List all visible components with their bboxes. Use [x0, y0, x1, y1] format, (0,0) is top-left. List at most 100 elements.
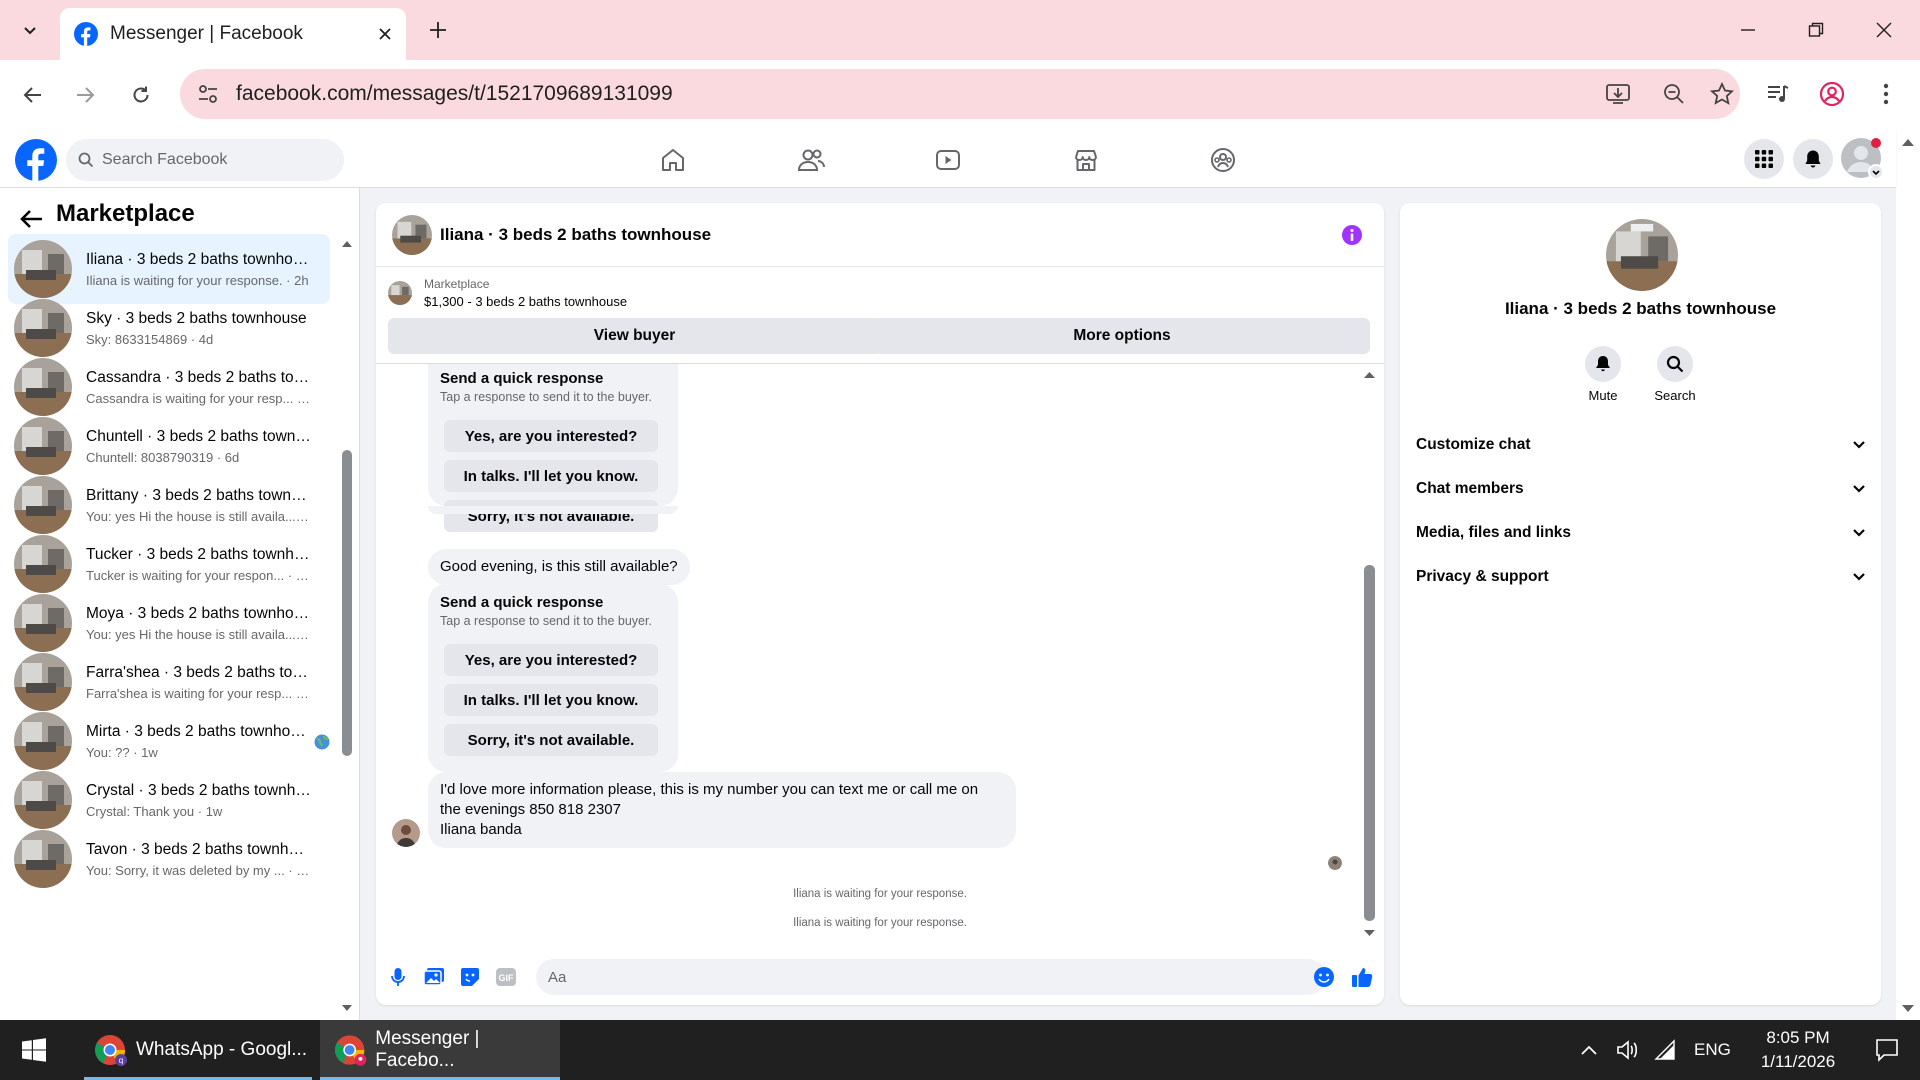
quick-response-heading: Send a quick response: [440, 594, 604, 611]
forward-button[interactable]: [66, 76, 104, 114]
minimize-button[interactable]: [1714, 10, 1782, 50]
search-conversation-button[interactable]: Search: [1640, 346, 1710, 403]
facebook-search[interactable]: Search Facebook: [66, 139, 344, 181]
scroll-up-icon[interactable]: [1363, 371, 1376, 379]
mute-button[interactable]: Mute: [1568, 346, 1638, 403]
details-avatar[interactable]: [1606, 219, 1678, 291]
site-info-icon[interactable]: [197, 83, 219, 105]
chat-info-icon[interactable]: [1342, 225, 1362, 245]
browser-menu-icon[interactable]: [1868, 76, 1904, 112]
groups-nav-icon[interactable]: [1203, 140, 1243, 180]
sidebar-scrollbar[interactable]: [342, 450, 352, 756]
quick-response-yes[interactable]: Yes, are you interested?: [444, 644, 658, 676]
chat-title[interactable]: Iliana · 3 beds 2 baths townhouse: [440, 225, 711, 245]
close-tab-icon[interactable]: [378, 27, 392, 41]
svg-text:q: q: [119, 1056, 123, 1065]
restore-button[interactable]: [1782, 10, 1850, 50]
windows-taskbar: q WhatsApp - Googl... Messenger | Facebo…: [0, 1020, 1920, 1080]
language-indicator[interactable]: ENG: [1694, 1040, 1731, 1060]
new-tab-button[interactable]: [422, 14, 454, 46]
quick-response-in-talks[interactable]: In talks. I'll let you know.: [444, 460, 658, 492]
chrome-icon: q: [95, 1035, 127, 1066]
microphone-icon[interactable]: [384, 963, 412, 991]
message-line: Iliana banda: [440, 821, 522, 838]
sticker-icon[interactable]: [456, 963, 484, 991]
watch-nav-icon[interactable]: [928, 140, 968, 180]
address-bar[interactable]: facebook.com/messages/t/1521709689131099: [180, 69, 1740, 119]
chat-scrollbar[interactable]: [1364, 565, 1375, 921]
reload-button[interactable]: [122, 76, 160, 114]
quick-response-heading: Send a quick response: [440, 370, 604, 387]
friends-nav-icon[interactable]: [791, 140, 831, 180]
emoji-icon[interactable]: [1310, 963, 1338, 991]
wifi-icon[interactable]: [1654, 1039, 1678, 1061]
close-window-button[interactable]: [1850, 10, 1918, 50]
profile-icon[interactable]: [1814, 76, 1850, 112]
home-nav-icon[interactable]: [653, 140, 693, 180]
conversation-sidebar: Marketplace Iliana · 3 beds 2 baths town…: [0, 188, 360, 1020]
clock[interactable]: 8:05 PM 1/11/2026: [1761, 1026, 1835, 1074]
thumbs-up-icon[interactable]: [1348, 963, 1376, 991]
message-input[interactable]: [536, 959, 1326, 995]
menu-grid-icon[interactable]: [1744, 139, 1784, 179]
marketplace-nav-icon[interactable]: [1066, 140, 1106, 180]
accordion-label: Media, files and links: [1416, 524, 1572, 541]
photo-icon[interactable]: [420, 963, 448, 991]
seen-indicator-avatar: [1328, 856, 1342, 870]
scroll-up-icon[interactable]: [341, 240, 353, 248]
browser-tab-messenger[interactable]: Messenger | Facebook: [60, 8, 406, 60]
volume-icon[interactable]: [1616, 1039, 1640, 1061]
marketplace-listing[interactable]: Marketplace $1,300 - 3 beds 2 baths town…: [388, 277, 1368, 317]
quick-response-yes[interactable]: Yes, are you interested?: [444, 420, 658, 452]
conversation-preview: You: yes Hi the house is still availa...…: [86, 626, 311, 642]
install-app-icon[interactable]: [1600, 76, 1636, 112]
chat-avatar[interactable]: [392, 215, 432, 255]
svg-text:GIF: GIF: [499, 973, 515, 983]
bookmark-star-icon[interactable]: [1704, 76, 1740, 112]
facebook-favicon-icon: [74, 22, 98, 46]
taskbar-app-whatsapp[interactable]: q WhatsApp - Googl...: [84, 1020, 312, 1080]
accordion-label: Privacy & support: [1416, 568, 1549, 585]
windows-start-icon[interactable]: [22, 1038, 46, 1062]
mute-label: Mute: [1588, 388, 1618, 403]
search-icon: [78, 152, 94, 168]
accordion-privacy-support[interactable]: Privacy & support: [1416, 557, 1866, 597]
page-scroll-up-icon[interactable]: [1901, 138, 1915, 147]
conversation-avatar: [14, 240, 72, 298]
view-buyer-button[interactable]: View buyer: [388, 318, 881, 354]
media-controls-icon[interactable]: [1760, 76, 1796, 112]
browser-tab-strip: Messenger | Facebook: [0, 0, 1920, 60]
quick-response-sorry[interactable]: Sorry, it's not available.: [444, 724, 658, 756]
zoom-icon[interactable]: [1656, 76, 1692, 112]
system-tray: ENG 8:05 PM 1/11/2026: [1580, 1020, 1899, 1080]
back-arrow-icon[interactable]: [16, 204, 46, 234]
more-options-button[interactable]: More options: [874, 318, 1370, 354]
scroll-down-icon[interactable]: [1363, 929, 1376, 937]
globe-icon: [314, 734, 330, 750]
taskbar-app-messenger[interactable]: Messenger | Facebo...: [320, 1020, 560, 1080]
notification-center-icon[interactable]: [1875, 1038, 1899, 1062]
search-label: Search: [1654, 388, 1696, 403]
quick-response-sorry[interactable]: Sorry, it's not available.: [444, 500, 658, 532]
gif-icon[interactable]: GIF: [492, 963, 520, 991]
accordion-media-files-links[interactable]: Media, files and links: [1416, 513, 1866, 553]
page-scroll-down-icon[interactable]: [1901, 1004, 1915, 1013]
conversation-name: Cassandra · 3 beds 2 baths townhouse: [86, 368, 311, 386]
waiting-status: Iliana is waiting for your response.: [793, 917, 967, 929]
conversation-preview: Chuntell: 8038790319 · 6d: [86, 449, 240, 465]
scroll-down-icon[interactable]: [341, 1004, 353, 1012]
facebook-logo-icon[interactable]: [15, 139, 57, 181]
quick-response-in-talks[interactable]: In talks. I'll let you know.: [444, 684, 658, 716]
back-button[interactable]: [14, 76, 52, 114]
quick-response-card-bottom: [428, 506, 678, 514]
accordion-customize-chat[interactable]: Customize chat: [1416, 425, 1866, 465]
sender-avatar[interactable]: [392, 819, 420, 847]
account-avatar[interactable]: [1841, 138, 1883, 180]
conversation-avatar: [14, 535, 72, 593]
tab-search-dropdown-icon[interactable]: [10, 12, 50, 48]
accordion-chat-members[interactable]: Chat members: [1416, 469, 1866, 509]
conversation-item[interactable]: Tavon · 3 beds 2 baths townhouse You: Sor…: [8, 824, 330, 894]
chevron-up-icon[interactable]: [1580, 1044, 1598, 1056]
notifications-bell-icon[interactable]: [1793, 139, 1833, 179]
search-icon: [1657, 346, 1693, 382]
